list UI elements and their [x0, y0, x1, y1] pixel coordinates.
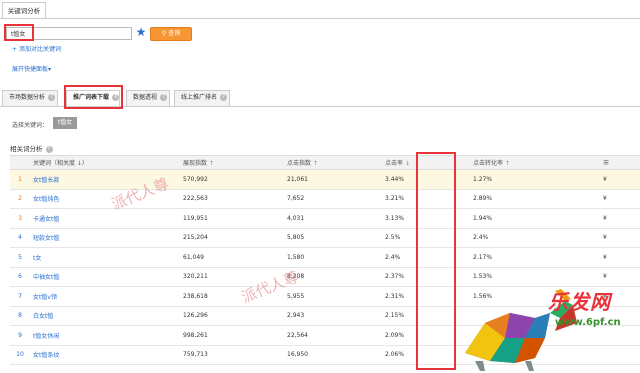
- market-cell: ¥: [600, 208, 640, 229]
- clicks-cell: 7,652: [284, 189, 382, 209]
- rank-cell: 7: [10, 286, 30, 307]
- selected-keyword-chip[interactable]: t恤女: [53, 117, 77, 129]
- cvr-cell: 1.94%: [470, 208, 600, 229]
- header-label: 展现指数: [183, 160, 208, 167]
- add-compare-keyword-link[interactable]: + 添加对比关键词: [12, 44, 61, 53]
- logo-text: 乐发网: [548, 290, 611, 314]
- market-cell: ¥: [600, 169, 640, 190]
- tab-data-pivot[interactable]: 数据透视?: [126, 90, 170, 106]
- header-clicks[interactable]: 点击指数 ↑: [284, 155, 382, 170]
- cvr-cell: 2.4%: [470, 228, 600, 248]
- impressions-cell: 119,951: [180, 208, 284, 229]
- rank-cell: 2: [10, 189, 30, 209]
- header-keyword[interactable]: 关键词（相关度 ↓）: [30, 155, 180, 170]
- keyword-link[interactable]: 女t恤条纹: [30, 345, 180, 365]
- clicks-cell: 1,580: [284, 247, 382, 268]
- rank-cell: 5: [10, 247, 30, 268]
- highlight-box-ctr: [416, 152, 456, 370]
- tab-label: 数据透视: [133, 94, 158, 101]
- help-icon[interactable]: ?: [45, 145, 53, 153]
- plus-icon: +: [12, 46, 18, 53]
- table-row[interactable]: 4 短款女t恤 215,204 5,805 2.5% 2.4% ¥: [10, 228, 640, 248]
- add-link-label: 添加对比关键词: [19, 46, 62, 53]
- help-icon[interactable]: ?: [220, 94, 228, 101]
- help-icon[interactable]: ?: [48, 94, 56, 101]
- market-cell: ¥: [600, 247, 640, 268]
- table-row[interactable]: 3 卡通女t恤 119,951 4,031 3.13% 1.94% ¥: [10, 208, 640, 229]
- impressions-cell: 759,713: [180, 345, 284, 365]
- keyword-link[interactable]: t女: [30, 247, 180, 268]
- rank-cell: 8: [10, 306, 30, 326]
- header-impressions[interactable]: 展现指数 ↑: [180, 155, 284, 170]
- rank-cell: 10: [10, 345, 30, 365]
- keyword-link[interactable]: 白女t恤: [30, 306, 180, 326]
- search-icon: ⚲: [161, 30, 167, 37]
- selected-keyword-label: 选择关键词：: [12, 122, 49, 129]
- header-market[interactable]: 市: [600, 155, 640, 170]
- keyword-link[interactable]: 中袖女t恤: [30, 267, 180, 287]
- sort-icon: ↑: [209, 160, 215, 167]
- tab-label: 市场数据分析: [9, 94, 46, 101]
- header-cvr[interactable]: 点击转化率 ↑: [470, 155, 600, 170]
- clicks-cell: 21,061: [284, 169, 382, 190]
- impressions-cell: 215,204: [180, 228, 284, 248]
- table-row[interactable]: 1 女t恤长款 570,992 21,061 3.44% 1.27% ¥: [10, 169, 640, 190]
- header-label: 点击指数: [287, 160, 312, 167]
- highlight-box-search: [4, 24, 34, 41]
- sort-icon: ↑: [313, 160, 319, 167]
- market-cell: ¥: [600, 228, 640, 248]
- sort-icon: ↑: [505, 160, 511, 167]
- rank-cell: 1: [10, 169, 30, 190]
- keyword-link[interactable]: 卡通女t恤: [30, 208, 180, 229]
- star-icon[interactable]: ★: [135, 25, 147, 39]
- logo-url: www.6pf.cn: [555, 317, 621, 328]
- impressions-cell: 126,296: [180, 306, 284, 326]
- rank-cell: 4: [10, 228, 30, 248]
- impressions-cell: 570,992: [180, 169, 284, 190]
- keyword-link[interactable]: 短款女t恤: [30, 228, 180, 248]
- section-title: 相关词分析?: [10, 143, 53, 153]
- header-label: 点击率: [385, 160, 404, 167]
- cvr-cell: 1.27%: [470, 169, 600, 190]
- impressions-cell: 998,261: [180, 325, 284, 346]
- clicks-cell: 22,564: [284, 325, 382, 346]
- clicks-cell: 4,031: [284, 208, 382, 229]
- tab-keyword-analysis[interactable]: 关键词分析: [2, 2, 46, 19]
- table-header-row: 关键词（相关度 ↓） 展现指数 ↑ 点击指数 ↑ 点击率 ↓ 点击转化率 ↑ 市: [10, 155, 640, 170]
- help-icon[interactable]: ?: [160, 94, 168, 101]
- sort-icon: ↓: [405, 160, 411, 167]
- search-button[interactable]: ⚲ 查询: [150, 27, 192, 41]
- market-cell: ¥: [600, 189, 640, 209]
- top-divider: [0, 18, 640, 19]
- highlight-box-tab: [64, 85, 123, 109]
- impressions-cell: 61,049: [180, 247, 284, 268]
- header-label: 点击转化率: [473, 160, 504, 167]
- expand-quick-panel-link[interactable]: 展开快捷面板▾: [12, 64, 51, 73]
- clicks-cell: 5,805: [284, 228, 382, 248]
- tab-label: 线上推广排名: [181, 94, 218, 101]
- header-rank: [10, 155, 30, 170]
- cvr-cell: 2.17%: [470, 247, 600, 268]
- clicks-cell: 5,955: [284, 286, 382, 307]
- table-row[interactable]: 5 t女 61,049 1,580 2.4% 2.17% ¥: [10, 247, 640, 268]
- keyword-link[interactable]: t恤女休闲: [30, 325, 180, 346]
- cvr-cell: 2.89%: [470, 189, 600, 209]
- rank-cell: 9: [10, 325, 30, 346]
- table-row[interactable]: 2 女t恤纯色 222,563 7,652 3.21% 2.89% ¥: [10, 189, 640, 209]
- rank-cell: 3: [10, 208, 30, 229]
- clicks-cell: 2,943: [284, 306, 382, 326]
- clicks-cell: 16,950: [284, 345, 382, 365]
- impressions-cell: 222,563: [180, 189, 284, 209]
- rank-cell: 6: [10, 267, 30, 287]
- keyword-link[interactable]: 女t恤v领: [30, 286, 180, 307]
- section-title-text: 相关词分析: [10, 145, 43, 153]
- search-button-label: 查询: [168, 30, 181, 37]
- tab-online-ranking[interactable]: 线上推广排名?: [174, 90, 230, 106]
- tab-market-data[interactable]: 市场数据分析?: [2, 90, 58, 106]
